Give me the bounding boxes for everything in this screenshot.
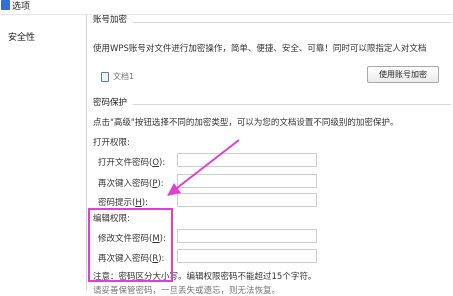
document-icon	[101, 72, 109, 82]
password-hint-label: 密码提示(H):	[98, 198, 148, 208]
open-password-label: 打开文件密码(O):	[98, 158, 166, 168]
section-divider	[133, 104, 451, 105]
account-encryption-title: 账号加密	[93, 15, 128, 25]
open-permission-title: 打开权限:	[93, 138, 130, 148]
confirm-open-password-label: 再次键入密码(P):	[98, 179, 164, 189]
sidebar: 安全性	[0, 15, 87, 291]
title-bar: 选项	[0, 0, 453, 15]
password-hint-input[interactable]	[177, 193, 317, 207]
app-icon	[1, 0, 10, 10]
highlight-box	[88, 208, 173, 282]
options-panel: 账号加密 使用WPS账号对文件进行加密操作，简单、便捷、安全、可靠！同时可以限指…	[87, 15, 453, 296]
password-note-secondary: 请妥善保管密码，一旦丢失或遗忘，则无法恢复。	[93, 286, 281, 296]
sidebar-item-security[interactable]: 安全性	[8, 30, 35, 43]
account-encrypt-button[interactable]: 使用账号加密	[367, 66, 439, 83]
window-title: 选项	[12, 2, 31, 12]
account-encryption-description: 使用WPS账号对文件进行加密操作，简单、便捷、安全、可靠！同时可以限指定人对文档	[93, 44, 427, 54]
document-name: 文档1	[113, 72, 135, 81]
confirm-open-password-input[interactable]	[177, 174, 317, 188]
open-password-input[interactable]	[177, 153, 317, 167]
password-protection-hint: 点击"高级"按钮选择不同的加密类型，可以为您的文档设置不同级别的加密保护。	[93, 118, 399, 128]
section-divider	[133, 22, 451, 23]
password-protection-title: 密码保护	[93, 98, 128, 108]
confirm-modify-password-input[interactable]	[177, 249, 317, 263]
modify-password-input[interactable]	[177, 229, 317, 243]
